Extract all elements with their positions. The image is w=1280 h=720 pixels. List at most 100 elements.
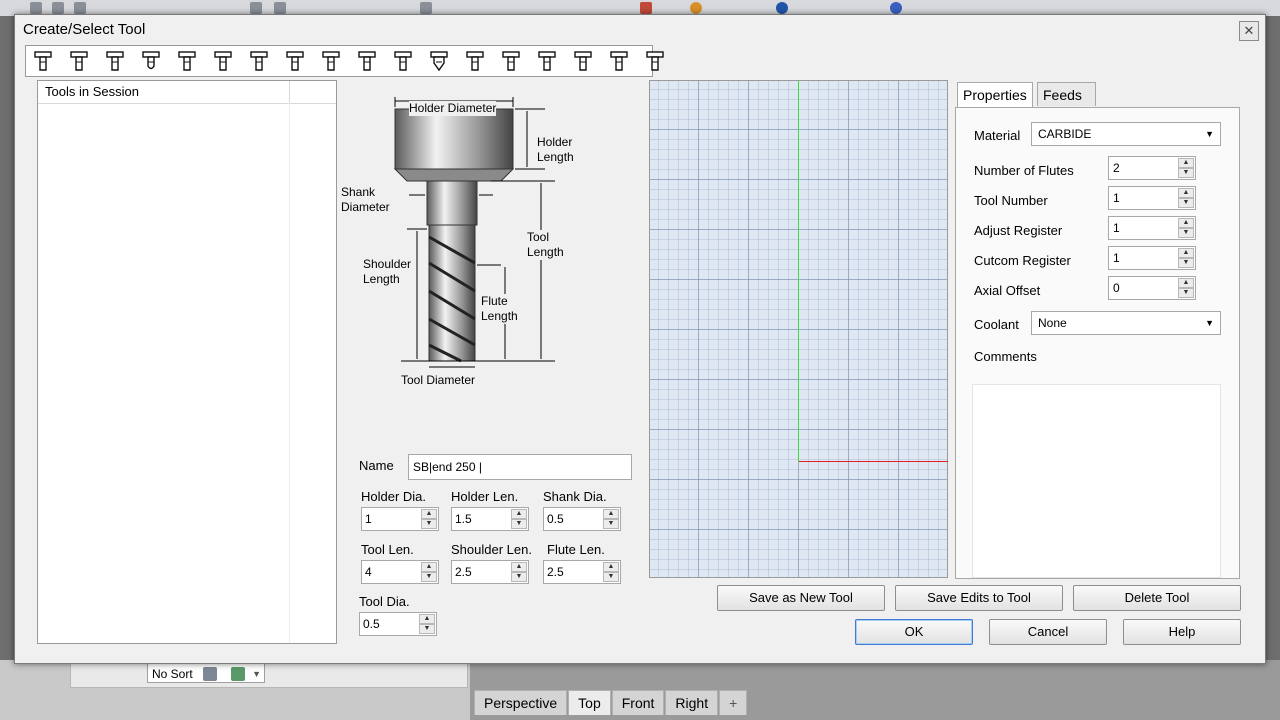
holder-dia-param: Holder Dia. 1 ▲ ▼ [361,489,445,531]
holder-dia-spinbox[interactable]: 1 ▲ ▼ [361,507,439,531]
spin-down-icon[interactable]: ▼ [511,572,527,582]
help-button[interactable]: Help [1123,619,1241,645]
end-mill-icon[interactable] [356,50,378,72]
tool-preview-viewport[interactable] [649,80,948,578]
rotate-icon[interactable] [420,2,432,14]
end-mill-icon[interactable] [500,50,522,72]
end-mill-icon[interactable] [284,50,306,72]
tool-dia-spinbox[interactable]: 0.5 ▲ ▼ [359,612,437,636]
tab-top[interactable]: Top [568,690,611,715]
shoulder-length-label: Shoulder Length [363,257,412,287]
end-mill-icon[interactable] [212,50,234,72]
flute-length-label: Flute Length [481,294,518,324]
close-button[interactable]: ✕ [1239,21,1259,41]
end-mill-icon[interactable] [32,50,54,72]
flute-len-label: Flute Len. [547,542,605,557]
tool-number-spinbox[interactable]: 1 ▲ ▼ [1108,186,1196,210]
comments-textarea[interactable] [972,384,1221,578]
tool-len-label: Tool Len. [361,542,414,557]
spin-down-icon[interactable]: ▼ [1178,258,1194,268]
tool-diameter-label: Tool Diameter [401,373,476,387]
pan-icon[interactable] [274,2,286,14]
spin-down-icon[interactable]: ▼ [1178,288,1194,298]
axial-offset-spinbox[interactable]: 0 ▲ ▼ [1108,276,1196,300]
flute-len-spinbox[interactable]: 2.5 ▲ ▼ [543,560,621,584]
spin-up-icon[interactable]: ▲ [1178,188,1194,198]
spin-up-icon[interactable]: ▲ [1178,248,1194,258]
end-mill-icon[interactable] [104,50,126,72]
adjust-register-spinbox[interactable]: 1 ▲ ▼ [1108,216,1196,240]
cancel-button[interactable]: Cancel [989,619,1107,645]
end-mill-icon[interactable] [176,50,198,72]
spin-up-icon[interactable]: ▲ [1178,158,1194,168]
cutcom-register-spinbox[interactable]: 1 ▲ ▼ [1108,246,1196,270]
axial-offset-label: Axial Offset [974,283,1041,298]
sort-az-icon[interactable] [203,667,217,681]
end-mill-icon[interactable] [536,50,558,72]
end-mill-icon[interactable] [572,50,594,72]
spin-down-icon[interactable]: ▼ [1178,228,1194,238]
spin-up-icon[interactable]: ▲ [603,562,619,572]
flute-len-param: Flute Len. 2.5 ▲ ▼ [543,542,627,584]
ok-button[interactable]: OK [855,619,973,645]
tool-len-spinbox[interactable]: 4 ▲ ▼ [361,560,439,584]
spin-down-icon[interactable]: ▼ [421,572,437,582]
undo-icon[interactable] [250,2,262,14]
help-icon[interactable] [890,2,902,14]
end-mill-icon[interactable] [608,50,630,72]
sphere-icon[interactable] [776,2,788,14]
tab-right[interactable]: Right [665,690,719,715]
coolant-select[interactable]: None ▼ [1031,311,1221,335]
spin-down-icon[interactable]: ▼ [419,624,435,634]
ball-mill-icon[interactable] [140,50,162,72]
tab-properties[interactable]: Properties [957,82,1033,107]
shank-dia-param: Shank Dia. 0.5 ▲ ▼ [543,489,627,531]
holder-len-param: Holder Len. 1.5 ▲ ▼ [451,489,535,531]
delete-tool-button[interactable]: Delete Tool [1073,585,1241,611]
dialog-titlebar[interactable]: Create/Select Tool ✕ [15,15,1265,45]
tools-in-session-list[interactable]: Tools in Session [37,80,337,644]
spin-up-icon[interactable]: ▲ [421,509,437,519]
material-select[interactable]: CARBIDE ▼ [1031,122,1221,146]
spin-up-icon[interactable]: ▲ [1178,218,1194,228]
open-file-icon[interactable] [52,2,64,14]
tool-name-input[interactable]: SB|end 250 | [408,454,632,480]
spin-up-icon[interactable]: ▲ [1178,278,1194,288]
spin-down-icon[interactable]: ▼ [421,519,437,529]
color-wheel-icon[interactable] [690,2,702,14]
material-label: Material [974,128,1021,143]
save-as-new-tool-button[interactable]: Save as New Tool [717,585,885,611]
lock-icon[interactable] [640,2,652,14]
spin-down-icon[interactable]: ▼ [511,519,527,529]
spin-up-icon[interactable]: ▲ [419,614,435,624]
custom-tool-icon[interactable] [428,50,450,72]
properties-panel: Material CARBIDE ▼ Number of Flutes 2 ▲ ▼… [955,107,1240,579]
spin-down-icon[interactable]: ▼ [603,572,619,582]
tab-feeds-speeds[interactable]: Feeds & Speeds [1037,82,1097,151]
layer-icon[interactable] [231,667,245,681]
spin-up-icon[interactable]: ▲ [603,509,619,519]
save-edits-button[interactable]: Save Edits to Tool [895,585,1063,611]
end-mill-icon[interactable] [248,50,270,72]
save-file-icon[interactable] [74,2,86,14]
add-tab-button[interactable]: + [719,690,748,715]
spin-up-icon[interactable]: ▲ [421,562,437,572]
new-file-icon[interactable] [30,2,42,14]
tab-perspective[interactable]: Perspective [474,690,568,715]
comments-label: Comments [974,349,1037,364]
spin-down-icon[interactable]: ▼ [1178,168,1194,178]
end-mill-icon[interactable] [392,50,414,72]
shank-dia-spinbox[interactable]: 0.5 ▲ ▼ [543,507,621,531]
tab-front[interactable]: Front [611,690,665,715]
end-mill-icon[interactable] [644,50,666,72]
flutes-spinbox[interactable]: 2 ▲ ▼ [1108,156,1196,180]
end-mill-icon[interactable] [320,50,342,72]
spin-up-icon[interactable]: ▲ [511,562,527,572]
end-mill-icon[interactable] [68,50,90,72]
spin-down-icon[interactable]: ▼ [603,519,619,529]
spin-down-icon[interactable]: ▼ [1178,198,1194,208]
spin-up-icon[interactable]: ▲ [511,509,527,519]
end-mill-icon[interactable] [464,50,486,72]
shoulder-len-spinbox[interactable]: 2.5 ▲ ▼ [451,560,529,584]
holder-len-spinbox[interactable]: 1.5 ▲ ▼ [451,507,529,531]
